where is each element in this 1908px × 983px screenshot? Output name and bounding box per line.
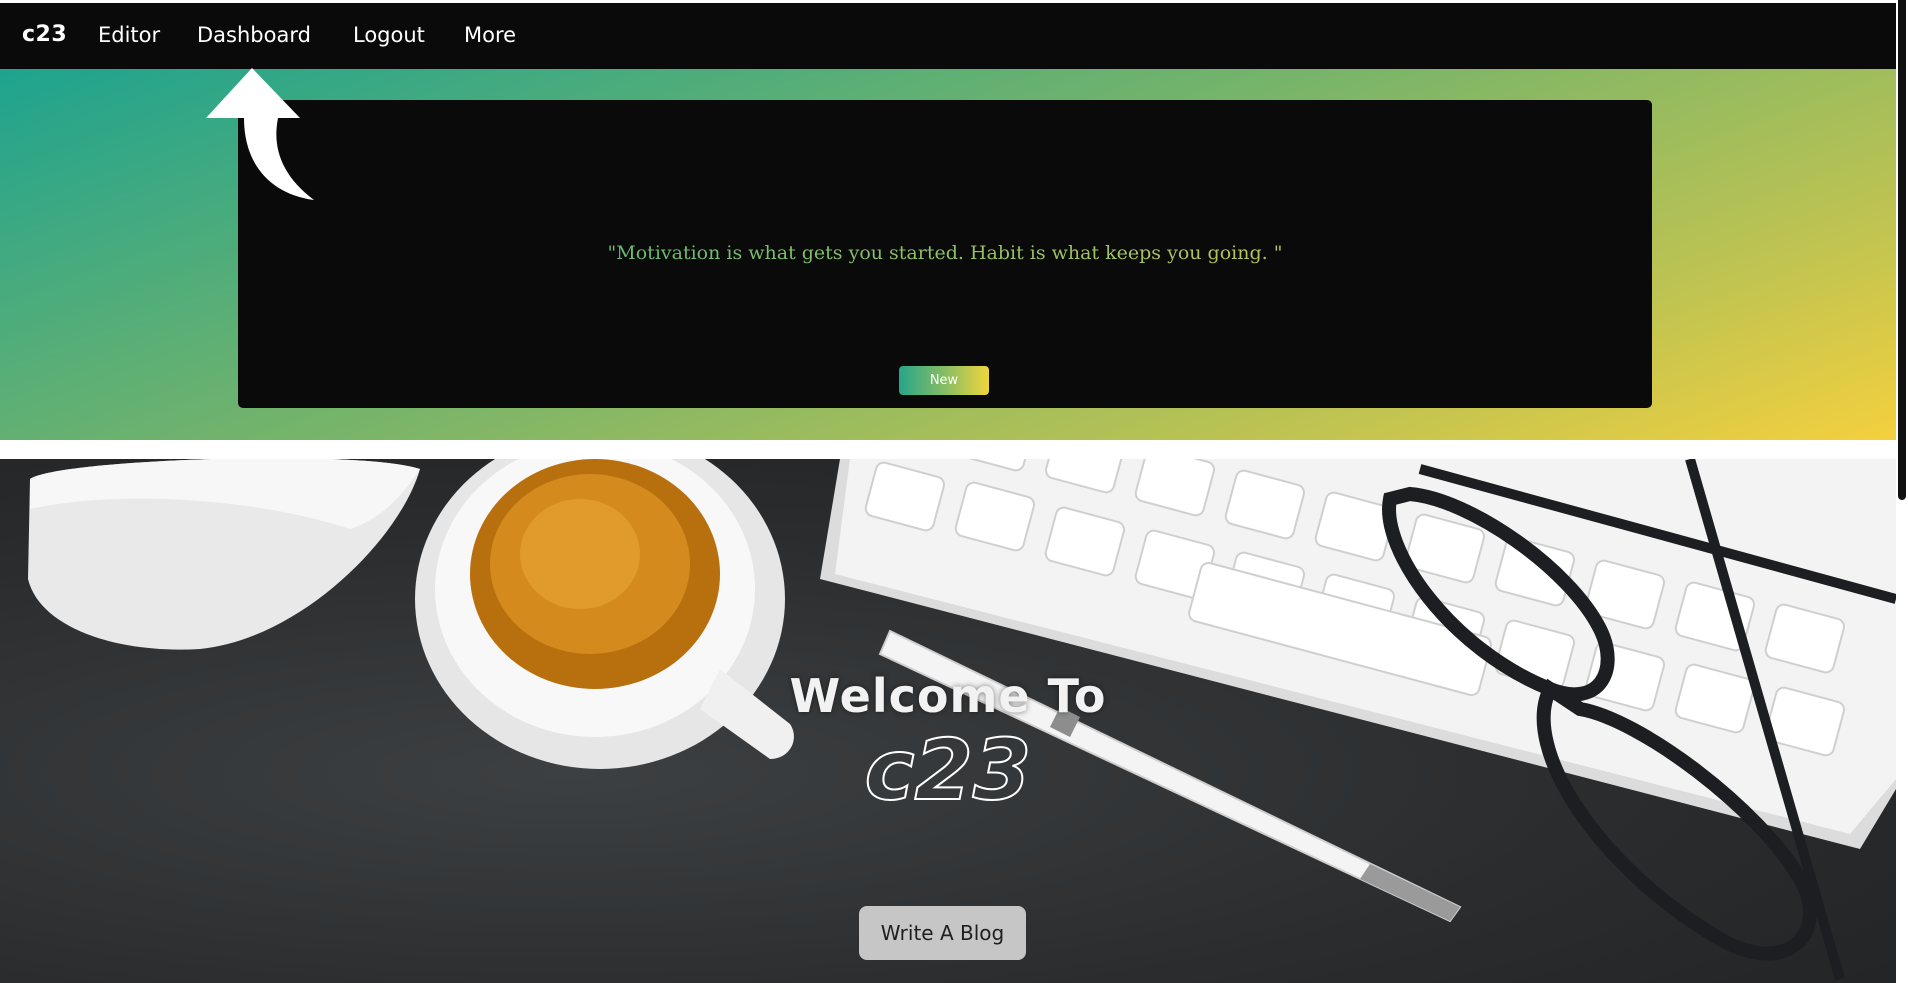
top-navbar: c23 Editor Dashboard Logout More bbox=[0, 3, 1896, 69]
nav-link-logout[interactable]: Logout bbox=[353, 23, 425, 47]
hero-section: Welcome To c23 Write A Blog bbox=[0, 459, 1896, 983]
arrow-up-icon bbox=[206, 68, 314, 200]
hero-welcome-title: Welcome To bbox=[789, 669, 1107, 723]
scrollbar-thumb[interactable] bbox=[1898, 0, 1906, 500]
brand-logo[interactable]: c23 bbox=[22, 22, 67, 47]
new-quote-button[interactable]: New bbox=[899, 366, 989, 395]
write-blog-button[interactable]: Write A Blog bbox=[859, 906, 1026, 960]
hero-site-name: c23 bbox=[864, 720, 1033, 820]
nav-link-more[interactable]: More bbox=[464, 23, 516, 47]
nav-link-dashboard[interactable]: Dashboard bbox=[197, 23, 311, 47]
nav-link-editor[interactable]: Editor bbox=[98, 23, 160, 47]
mouse-image bbox=[28, 459, 420, 650]
quote-text: "Motivation is what gets you started. Ha… bbox=[238, 242, 1652, 264]
page-scrollbar[interactable] bbox=[1896, 0, 1908, 983]
quote-card: "Motivation is what gets you started. Ha… bbox=[238, 100, 1652, 408]
page: c23 Editor Dashboard Logout More "Motiva… bbox=[0, 0, 1896, 983]
